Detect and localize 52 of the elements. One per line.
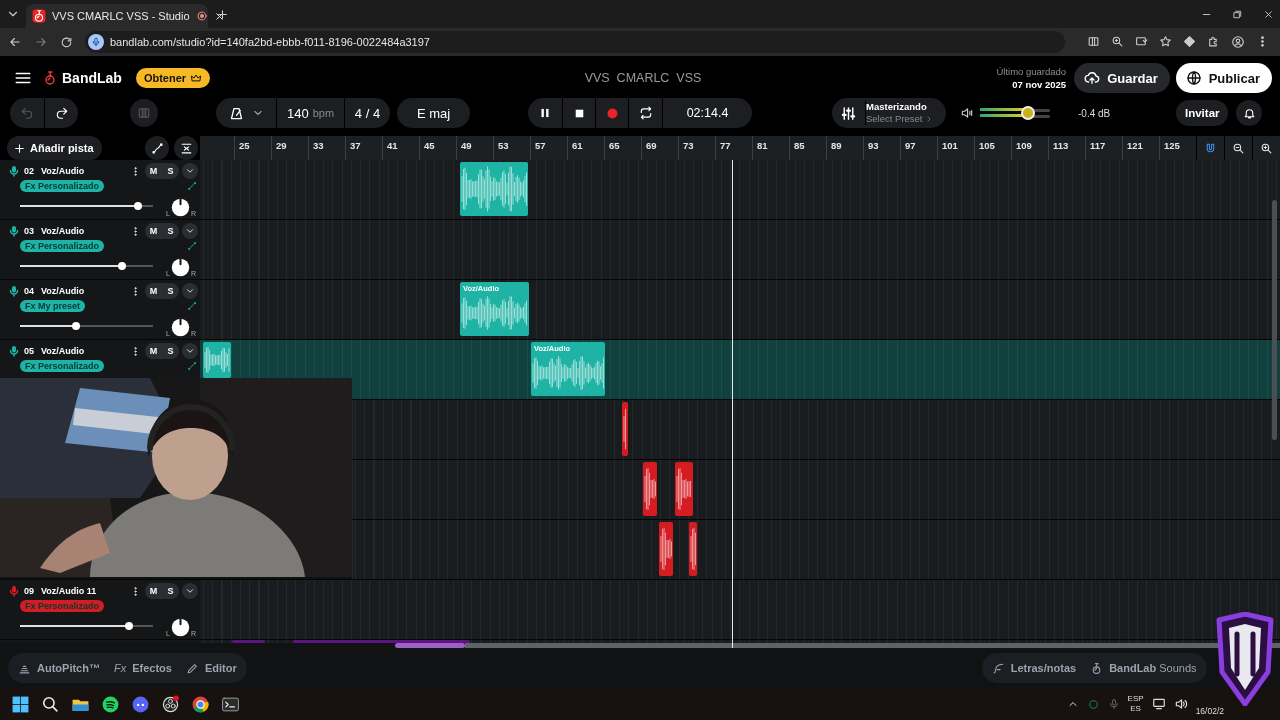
taskbar-date: 16/02/2 — [1195, 706, 1224, 716]
track-name[interactable]: Voz/Audio — [41, 166, 85, 176]
effects-tag[interactable]: Fx Personalizado — [20, 360, 105, 372]
track-name[interactable]: Voz/Audio 11 — [41, 586, 97, 596]
effects-tag[interactable]: Fx Personalizado — [20, 240, 105, 252]
tool-button[interactable]: AutoPitch™ — [18, 661, 100, 675]
publish-button[interactable]: Publicar — [1175, 63, 1272, 93]
upgrade-button[interactable]: Obtener — [135, 68, 211, 88]
language-indicator[interactable]: ESP ES — [1127, 694, 1144, 714]
track-number: 04 — [24, 286, 34, 296]
region-code: ES — [1130, 704, 1141, 714]
mastering-button[interactable]: Masterizando Select Preset — [832, 98, 946, 128]
time-display: 02:14.4 — [662, 98, 752, 128]
key-button[interactable]: E maj — [397, 98, 470, 128]
lyrics-button[interactable]: Letras/notas — [991, 661, 1077, 675]
invite-button[interactable]: Invitar — [1176, 100, 1229, 126]
save-button[interactable]: Guardar — [1074, 63, 1170, 93]
solo-button[interactable]: S — [162, 583, 179, 599]
track-number: 02 — [24, 166, 34, 176]
tab-title: VVS CMARLC VSS - Studio — [52, 10, 190, 22]
solo-button[interactable]: S — [162, 283, 179, 299]
track-name[interactable]: Voz/Audio — [41, 346, 85, 356]
tool-button[interactable]: Fx Efectos — [113, 662, 172, 674]
mute-button[interactable]: M — [145, 163, 162, 179]
solo-button[interactable]: S — [162, 343, 179, 359]
save-status-label: Último guardado — [996, 65, 1067, 78]
address-bar[interactable]: bandlab.com/studio?id=140fa2bd-ebbb-f011-8196-0022484a3197 — [85, 31, 1065, 53]
track-number: 03 — [24, 226, 34, 236]
mute-button[interactable]: M — [145, 223, 162, 239]
project-title: VVS CMARLC VSS — [584, 71, 702, 85]
effects-tag[interactable]: Fx My preset — [20, 300, 86, 312]
track-name[interactable]: Voz/Audio — [41, 286, 85, 296]
url-text: bandlab.com/studio?id=140fa2bd-ebbb-f011-8196-0022484a3197 — [110, 36, 430, 48]
track-number: 09 — [24, 586, 34, 596]
timeline-ruler[interactable]: 25 29 33 37 41 45 49 53 57 61 65 69 73 77 81 85 89 93 97 101 105 109 113 117 121 125 — [200, 136, 1280, 160]
mute-button[interactable]: M — [145, 583, 162, 599]
effects-tag[interactable]: Fx Personalizado — [20, 180, 105, 192]
track-name[interactable]: Voz/Audio — [41, 226, 85, 236]
track-number: 05 — [24, 346, 34, 356]
solo-button[interactable]: S — [162, 223, 179, 239]
sounds-button[interactable]: BandLab Sounds — [1090, 661, 1197, 675]
mute-button[interactable]: M — [145, 343, 162, 359]
brand-name: BandLab — [62, 70, 122, 86]
volume-reading: -0.4 dB — [1078, 107, 1111, 119]
mute-button[interactable]: M — [145, 283, 162, 299]
time-signature-button[interactable]: 4 / 4 — [344, 98, 390, 128]
save-date: 07 nov 2025 — [1012, 78, 1067, 91]
language-code: ESP — [1127, 694, 1144, 704]
tempo-button[interactable]: 140 bpm — [276, 98, 344, 128]
add-track-button[interactable]: Añadir pista — [7, 136, 102, 160]
solo-button[interactable]: S — [162, 163, 179, 179]
tool-button[interactable]: Editor — [185, 661, 237, 675]
